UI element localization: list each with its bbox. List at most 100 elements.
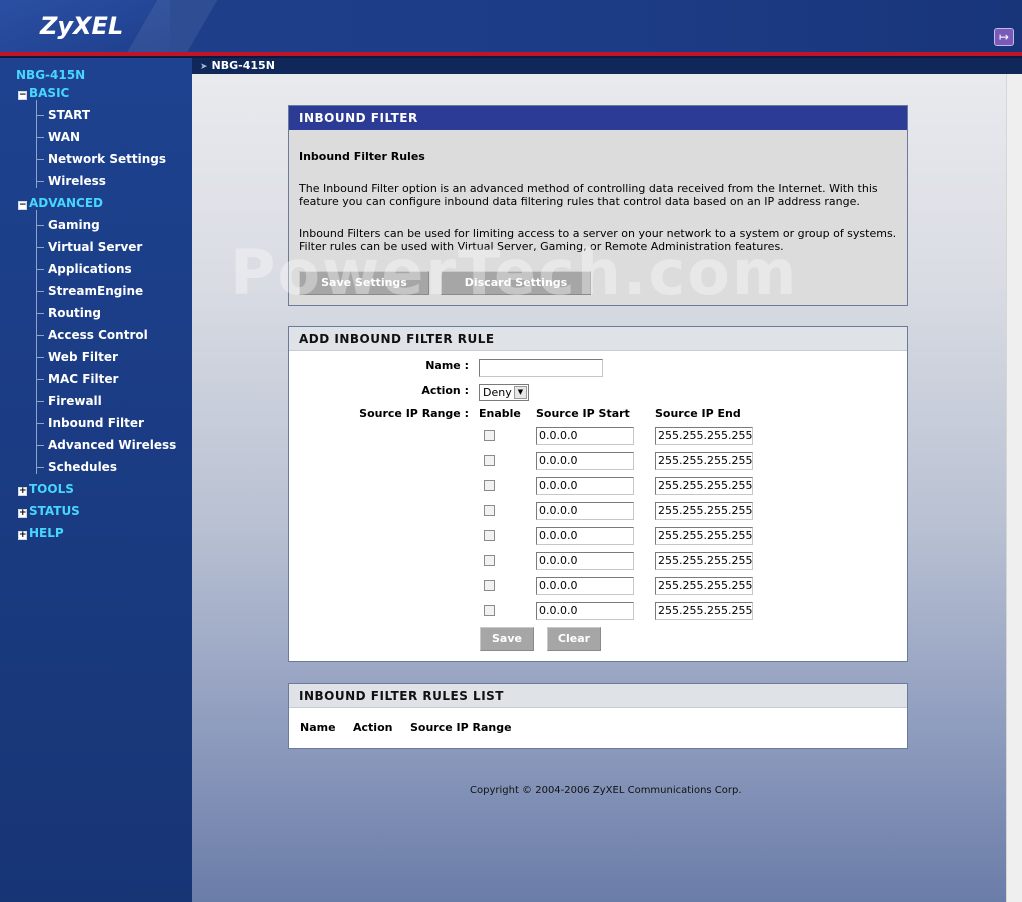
group-label: ADVANCED <box>29 196 104 210</box>
page-titlebar: ➤ NBG-415N <box>192 58 1022 74</box>
panel-subtitle: Inbound Filter Rules <box>299 150 425 163</box>
enable-checkbox[interactable] <box>484 505 495 516</box>
name-input[interactable] <box>479 359 603 377</box>
tree-tick <box>36 467 44 468</box>
zyxel-logo: ZyXEL <box>40 12 124 40</box>
action-label: Action : <box>421 384 469 397</box>
source-ip-start-input[interactable]: 0.0.0.0 <box>536 452 634 470</box>
sidebar-item-routing[interactable]: Routing <box>48 306 101 320</box>
sidebar-group-status[interactable]: + STATUS <box>18 504 80 518</box>
chevron-down-icon: ▼ <box>514 386 527 399</box>
enable-checkbox[interactable] <box>484 480 495 491</box>
enable-checkbox[interactable] <box>484 455 495 466</box>
source-ip-end-input[interactable]: 255.255.255.255 <box>655 477 753 495</box>
tree-tick <box>36 181 44 182</box>
source-ip-start-input[interactable]: 0.0.0.0 <box>536 577 634 595</box>
name-column-header: Name <box>300 721 336 734</box>
group-label: BASIC <box>29 86 70 100</box>
tree-tick <box>36 313 44 314</box>
add-rule-panel: ADD INBOUND FILTER RULE Name : Action : … <box>288 326 908 662</box>
arrow-icon: ➤ <box>200 62 208 72</box>
group-label: TOOLS <box>29 482 74 496</box>
group-label: STATUS <box>29 504 80 518</box>
sidebar-item-inbound-filter[interactable]: Inbound Filter <box>48 416 144 430</box>
source-ip-start-input[interactable]: 0.0.0.0 <box>536 427 634 445</box>
action-column-header: Action <box>353 721 393 734</box>
logout-icon[interactable]: ↦ <box>994 28 1014 46</box>
copyright-text: Copyright © 2004-2006 ZyXEL Communicatio… <box>470 785 742 796</box>
description-text: The Inbound Filter option is an advanced… <box>299 182 878 208</box>
source-ip-end-input[interactable]: 255.255.255.255 <box>655 527 753 545</box>
sidebar-item-schedules[interactable]: Schedules <box>48 460 117 474</box>
panel-title: INBOUND FILTER RULES LIST <box>289 684 907 708</box>
sidebar-item-mac-filter[interactable]: MAC Filter <box>48 372 118 386</box>
page-title: NBG-415N <box>211 59 275 72</box>
tree-tick <box>36 159 44 160</box>
source-ip-end-input[interactable]: 255.255.255.255 <box>655 427 753 445</box>
source-ip-start-header: Source IP Start <box>536 407 630 420</box>
source-ip-end-input[interactable]: 255.255.255.255 <box>655 602 753 620</box>
expand-icon: + <box>18 486 27 496</box>
sidebar-model: NBG-415N <box>16 68 86 82</box>
tree-line <box>36 210 37 474</box>
save-settings-button[interactable]: Save Settings <box>299 271 429 295</box>
tree-tick <box>36 401 44 402</box>
sidebar-item-streamengine[interactable]: StreamEngine <box>48 284 143 298</box>
name-label: Name : <box>425 359 469 372</box>
sidebar-item-gaming[interactable]: Gaming <box>48 218 100 232</box>
expand-icon: + <box>18 530 27 540</box>
tree-line <box>36 100 37 188</box>
source-ip-range-label: Source IP Range : <box>359 407 469 420</box>
sidebar-group-basic[interactable]: − BASIC <box>18 86 69 100</box>
description-text: Inbound Filters can be used for limiting… <box>299 227 897 253</box>
enable-checkbox[interactable] <box>484 555 495 566</box>
inbound-filter-panel: INBOUND FILTER Inbound Filter Rules The … <box>288 105 908 306</box>
source-ip-start-input[interactable]: 0.0.0.0 <box>536 502 634 520</box>
source-ip-range-column-header: Source IP Range <box>410 721 512 734</box>
tree-tick <box>36 269 44 270</box>
source-ip-start-input[interactable]: 0.0.0.0 <box>536 602 634 620</box>
sidebar-item-wireless[interactable]: Wireless <box>48 174 106 188</box>
sidebar-item-access-control[interactable]: Access Control <box>48 328 148 342</box>
tree-tick <box>36 137 44 138</box>
enable-checkbox[interactable] <box>484 605 495 616</box>
tree-tick <box>36 379 44 380</box>
source-ip-start-input[interactable]: 0.0.0.0 <box>536 552 634 570</box>
header-banner: ZyXEL ↦ <box>0 0 1022 52</box>
source-ip-end-input[interactable]: 255.255.255.255 <box>655 452 753 470</box>
sidebar-item-advanced-wireless[interactable]: Advanced Wireless <box>48 438 176 452</box>
panel-title: ADD INBOUND FILTER RULE <box>289 327 907 351</box>
source-ip-end-input[interactable]: 255.255.255.255 <box>655 552 753 570</box>
enable-checkbox[interactable] <box>484 430 495 441</box>
tree-tick <box>36 445 44 446</box>
source-ip-end-input[interactable]: 255.255.255.255 <box>655 577 753 595</box>
sidebar-item-web-filter[interactable]: Web Filter <box>48 350 118 364</box>
sidebar-item-wan[interactable]: WAN <box>48 130 80 144</box>
sidebar-item-start[interactable]: START <box>48 108 90 122</box>
action-select[interactable]: Deny ▼ <box>479 384 529 401</box>
clear-button[interactable]: Clear <box>547 627 601 651</box>
sidebar-group-help[interactable]: + HELP <box>18 526 64 540</box>
sidebar-item-applications[interactable]: Applications <box>48 262 132 276</box>
source-ip-end-input[interactable]: 255.255.255.255 <box>655 502 753 520</box>
tree-tick <box>36 291 44 292</box>
discard-settings-button[interactable]: Discard Settings <box>441 271 591 295</box>
enable-checkbox[interactable] <box>484 580 495 591</box>
action-selected-value: Deny <box>483 386 512 399</box>
sidebar-item-network-settings[interactable]: Network Settings <box>48 152 166 166</box>
sidebar-group-advanced[interactable]: − ADVANCED <box>18 196 103 210</box>
group-label: HELP <box>29 526 64 540</box>
source-ip-start-input[interactable]: 0.0.0.0 <box>536 527 634 545</box>
sidebar-item-virtual-server[interactable]: Virtual Server <box>48 240 142 254</box>
tree-tick <box>36 423 44 424</box>
source-ip-start-input[interactable]: 0.0.0.0 <box>536 477 634 495</box>
sidebar-item-firewall[interactable]: Firewall <box>48 394 102 408</box>
source-ip-end-header: Source IP End <box>655 407 741 420</box>
tree-tick <box>36 225 44 226</box>
sidebar-group-tools[interactable]: + TOOLS <box>18 482 74 496</box>
save-button[interactable]: Save <box>480 627 534 651</box>
collapse-icon: − <box>18 90 27 100</box>
enable-checkbox[interactable] <box>484 530 495 541</box>
expand-icon: + <box>18 508 27 518</box>
vertical-scrollbar[interactable] <box>1006 74 1022 902</box>
